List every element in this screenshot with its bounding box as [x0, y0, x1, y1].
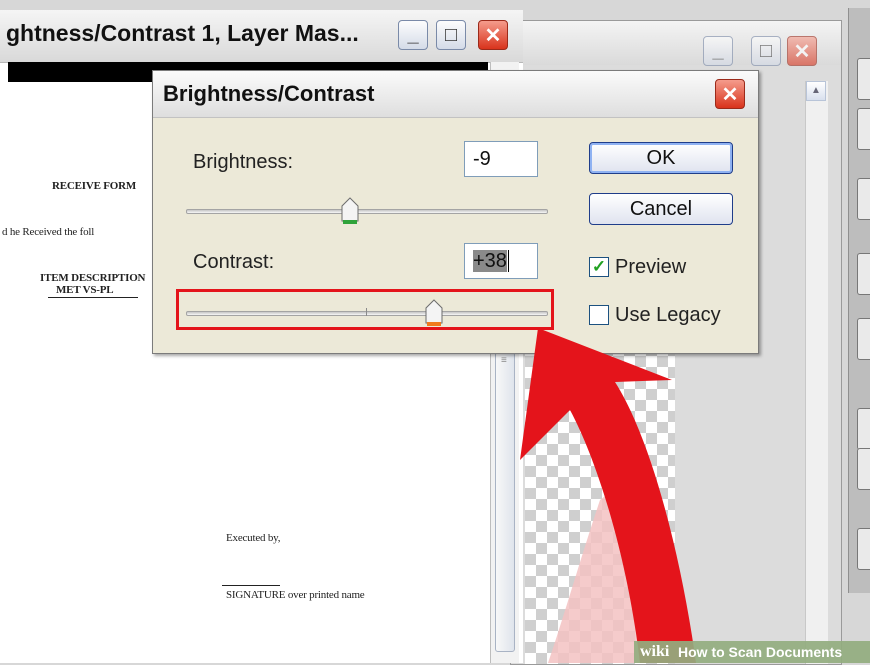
contrast-value-selected: +38 [473, 250, 507, 272]
document-titlebar: ghtness/Contrast 1, Layer Mas... _ □ ✕ [0, 10, 523, 63]
scrollbar-thumb[interactable]: ≡ [495, 352, 515, 652]
checkmark-icon: ✓ [591, 257, 607, 276]
brightness-input[interactable]: -9 [464, 141, 538, 177]
watermark: wiki How to Scan Documents [634, 641, 870, 663]
watermark-text: How to Scan Documents [678, 644, 843, 660]
vertical-scrollbar[interactable]: ▲ [805, 81, 828, 664]
tool-button[interactable] [857, 408, 870, 450]
brightness-slider-track[interactable] [186, 209, 548, 214]
tool-button[interactable] [857, 448, 870, 490]
doc-text-line: SIGNATURE over printed name [226, 589, 365, 601]
doc-text-line: ITEM DESCRIPTION [40, 272, 146, 284]
minimize-icon[interactable]: _ [703, 36, 733, 66]
tool-button[interactable] [857, 528, 870, 570]
use-legacy-label: Use Legacy [615, 304, 721, 326]
ok-button[interactable]: OK [589, 142, 733, 174]
tool-button[interactable] [857, 318, 870, 360]
dialog-titlebar: Brightness/Contrast ✕ [153, 71, 758, 118]
close-icon[interactable]: ✕ [787, 36, 817, 66]
scroll-up-icon[interactable]: ▲ [806, 81, 826, 101]
doc-text-line: Executed by, [226, 532, 281, 544]
contrast-highlight-box [176, 289, 554, 330]
doc-underline [48, 297, 138, 298]
close-icon[interactable]: ✕ [715, 79, 745, 109]
minimize-icon[interactable]: _ [398, 20, 428, 50]
doc-text-line: RECEIVE FORM [52, 180, 137, 192]
tool-button[interactable] [857, 178, 870, 220]
doc-text-line: MET VS-PL [56, 284, 114, 296]
background-window-titlebar: _ □ ✕ [511, 21, 841, 66]
brightness-label: Brightness: [193, 151, 294, 173]
preview-label: Preview [615, 256, 687, 278]
tool-panel [848, 8, 870, 593]
use-legacy-checkbox[interactable]: ✓ [589, 305, 609, 325]
doc-signature-line [222, 585, 280, 586]
preview-checkbox[interactable]: ✓ [589, 257, 609, 277]
document-title: ghtness/Contrast 1, Layer Mas... [6, 20, 359, 46]
tool-button[interactable] [857, 58, 870, 100]
tool-button[interactable] [857, 253, 870, 295]
dialog-title: Brightness/Contrast [163, 81, 375, 106]
tool-button[interactable] [857, 108, 870, 150]
watermark-logo: wiki [640, 643, 670, 660]
contrast-input[interactable]: +38 [464, 243, 538, 279]
maximize-icon[interactable]: □ [436, 20, 466, 50]
contrast-label: Contrast: [193, 251, 275, 273]
close-icon[interactable]: ✕ [478, 20, 508, 50]
brightness-slider-thumb[interactable] [341, 197, 359, 225]
maximize-icon[interactable]: □ [751, 36, 781, 66]
cancel-button[interactable]: Cancel [589, 193, 733, 225]
grip-icon: ≡ [501, 355, 507, 366]
doc-text-line: d he Received the foll [2, 226, 95, 238]
